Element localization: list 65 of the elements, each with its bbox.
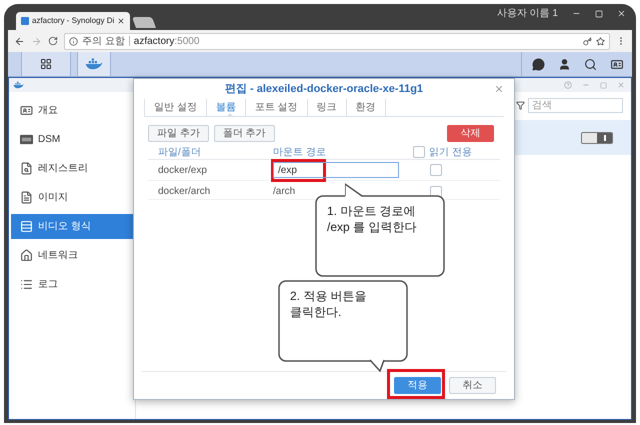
mount-path-field[interactable]: /exp <box>273 162 399 178</box>
sidebar-item[interactable]: DSM <box>11 127 133 152</box>
sidebar-item[interactable]: 로그 <box>11 272 133 297</box>
delete-button[interactable]: 삭제 <box>447 125 494 142</box>
document-icon <box>20 191 33 204</box>
toggle-switch[interactable] <box>581 132 613 144</box>
widget-icon[interactable] <box>610 58 624 70</box>
sidebar-item[interactable]: 개요 <box>11 98 133 123</box>
site-icon <box>21 17 29 25</box>
checkbox[interactable] <box>413 146 425 158</box>
tab[interactable]: 볼륨 <box>206 99 246 116</box>
user-icon[interactable] <box>558 58 571 70</box>
search-icon[interactable] <box>584 58 597 70</box>
tab-title: azfactory - Synology Di <box>32 15 114 27</box>
info-icon <box>69 36 78 46</box>
table-cell-text: docker/exp <box>157 164 208 178</box>
table-cell-text: docker/arch <box>157 185 212 199</box>
docker-app-button[interactable] <box>77 52 111 76</box>
cancel-button[interactable]: 취소 <box>449 377 496 394</box>
sidebar-item[interactable]: 네트워크 <box>11 243 133 268</box>
highlight-frame <box>387 369 445 399</box>
callout-text: 2. 적용 버튼을 클릭한다. <box>290 288 367 320</box>
search-field[interactable]: 검색 <box>528 98 623 113</box>
close-icon[interactable] <box>117 17 126 25</box>
chat-icon[interactable] <box>532 58 545 70</box>
dialog-title: 편집 - alexeiled-docker-oracle-xe-11g1 <box>224 82 424 97</box>
sidebar-item[interactable]: 이미지 <box>11 185 133 210</box>
tab[interactable]: 링크 <box>308 99 347 116</box>
tab[interactable]: 포트 설정 <box>246 99 308 116</box>
document-search-icon <box>20 162 33 175</box>
url-text: azfactory:5000 <box>134 34 200 48</box>
callout-text: 1. 마운트 경로에 /exp 를 입력한다 <box>327 203 416 235</box>
column-header: 읽기 전용 <box>429 146 472 160</box>
table-cell: /arch <box>273 186 296 197</box>
sidebar-item[interactable]: 레지스트리 <box>11 156 133 181</box>
list-icon <box>20 278 33 291</box>
main-menu-button[interactable] <box>21 52 71 76</box>
back-icon[interactable] <box>14 36 25 46</box>
highlight-frame <box>271 159 326 182</box>
address-field[interactable]: 주의 요함 azfactory:5000 <box>64 32 610 50</box>
column-header: 마운트 경로 <box>273 146 327 160</box>
add-file-button[interactable]: 파일 추가 <box>148 125 209 142</box>
checkbox[interactable] <box>430 164 442 176</box>
sidebar-item[interactable]: 비디오 형식 <box>11 214 133 239</box>
rows-icon <box>20 220 33 233</box>
tab[interactable]: 일반 설정 <box>144 99 207 116</box>
new-tab-button[interactable] <box>132 17 156 28</box>
browser-tab[interactable]: azfactory - Synology Di <box>16 12 130 30</box>
filter-icon <box>516 101 525 110</box>
callout-tail <box>369 359 385 372</box>
id-card-icon <box>20 104 33 117</box>
callout-tail <box>345 183 363 197</box>
security-label: 주의 요함 <box>82 34 125 48</box>
tab[interactable]: 환경 <box>346 99 386 116</box>
star-icon[interactable] <box>596 36 605 46</box>
column-header: 파일/폴더 <box>157 146 202 160</box>
add-folder-button[interactable]: 폴더 추가 <box>214 125 275 142</box>
whale-icon <box>85 58 103 70</box>
house-icon <box>20 249 33 262</box>
grid-icon <box>40 58 52 70</box>
profile-name[interactable]: 사용자 이름 1 <box>496 6 558 21</box>
key-icon[interactable] <box>583 36 592 46</box>
reload-icon[interactable] <box>48 36 58 46</box>
screen-icon <box>20 133 33 146</box>
whale-icon <box>13 81 24 89</box>
